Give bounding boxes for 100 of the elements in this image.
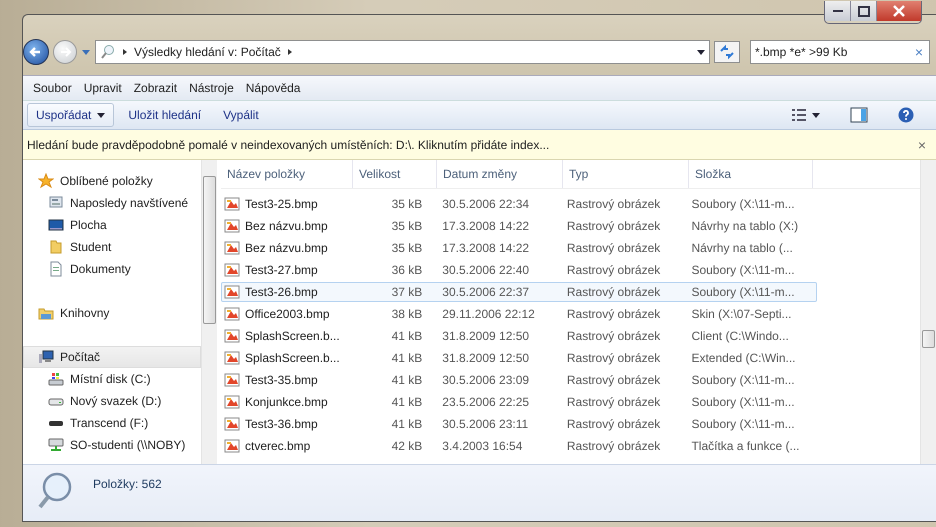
breadcrumb[interactable]: Výsledky hledání v: Počítač xyxy=(134,45,281,59)
sidebar-item[interactable]: Plocha xyxy=(23,214,201,236)
image-file-icon xyxy=(224,284,240,300)
removable-drive-icon xyxy=(48,420,64,426)
file-row[interactable]: Test3-36.bmp 41 kB 30.5.2006 23:11 Rastrový obrázek Soubory (X:\11-m... xyxy=(221,414,817,434)
sidebar-item[interactable]: Dokumenty xyxy=(23,258,201,280)
image-file-icon xyxy=(224,438,240,454)
search-field[interactable]: *.bmp *e* >99 Kb × xyxy=(750,40,930,64)
toolbar-button[interactable]: Uložit hledání xyxy=(120,103,210,127)
table-cell-text: 41 kB xyxy=(390,417,424,431)
table-cell-text: Soubory (X:\11-m... xyxy=(690,373,796,387)
table-cell-text: Extended (C:\Win... xyxy=(690,351,796,365)
document-icon xyxy=(48,261,64,277)
column-header[interactable]: Velikost xyxy=(353,160,437,188)
minimize-icon xyxy=(832,10,842,12)
sidebar-item[interactable]: Místní disk (C:) xyxy=(23,368,201,390)
address-bar[interactable]: Výsledky hledání v: Počítač xyxy=(95,40,710,64)
column-header[interactable]: Typ xyxy=(563,160,689,188)
refresh-arrows-icon xyxy=(719,44,735,60)
scrollbar[interactable] xyxy=(201,160,217,464)
toolbar-button[interactable]: Vypálit xyxy=(215,103,267,127)
file-name: Bez názvu.bmp xyxy=(245,219,328,233)
table-cell-text: Rastrový obrázek xyxy=(566,395,662,409)
sidebar-item[interactable]: Oblíbené položky xyxy=(23,170,201,192)
file-row[interactable]: Bez názvu.bmp 35 kB 17.3.2008 14:22 Rastrový obrázek Návrhy na tablo (... xyxy=(221,238,817,258)
table-cell-text: 35 kB xyxy=(390,197,424,211)
sidebar-item[interactable]: Knihovny xyxy=(23,302,201,324)
file-row[interactable]: SplashScreen.b... 41 kB 31.8.2009 12:50 Rastrový obrázek Client (C:\Windo... xyxy=(221,326,817,346)
sidebar-item[interactable]: Naposledy navštívené xyxy=(23,192,201,214)
file-row[interactable]: SplashScreen.b... 41 kB 31.8.2009 12:50 Rastrový obrázek Extended (C:\Win... xyxy=(221,348,817,368)
sidebar-item[interactable]: Počítač xyxy=(23,346,201,368)
caret-icon xyxy=(97,112,106,118)
file-name: SplashScreen.b... xyxy=(245,329,340,343)
image-file-icon xyxy=(224,218,240,234)
table-cell-text: Rastrový obrázek xyxy=(566,329,662,343)
table-cell-text: 30.5.2006 22:37 xyxy=(441,285,530,299)
close-button[interactable] xyxy=(877,1,921,21)
menu-item[interactable]: Upravit xyxy=(78,79,128,97)
table-cell-text: 30.5.2006 23:11 xyxy=(441,417,530,431)
table-cell-text: 41 kB xyxy=(390,329,424,343)
maximize-icon xyxy=(858,6,870,16)
file-row[interactable]: Konjunkce.bmp 41 kB 23.5.2006 22:25 Rastrový obrázek Soubory (X:\11-m... xyxy=(221,392,817,412)
table-cell-text: Soubory (X:\11-m... xyxy=(690,263,796,277)
table-cell-text: 31.8.2009 12:50 xyxy=(441,329,530,343)
maximize-button[interactable] xyxy=(851,1,877,21)
table-cell-text: Client (C:\Windo... xyxy=(690,329,790,343)
table-cell-text: 31.8.2009 12:50 xyxy=(441,351,530,365)
image-file-icon xyxy=(224,350,240,366)
file-row[interactable]: Office2003.bmp 38 kB 29.11.2006 22:12 Rastrový obrázek Skin (X:\07-Septi... xyxy=(221,304,817,324)
menu-item[interactable]: Nápověda xyxy=(240,79,306,97)
file-row[interactable]: Test3-27.bmp 36 kB 30.5.2006 22:40 Rastrový obrázek Soubory (X:\11-m... xyxy=(221,260,817,280)
table-cell-text: 41 kB xyxy=(390,373,424,387)
file-row[interactable]: ctverec.bmp 42 kB 3.4.2003 16:54 Rastrový obrázek Tlačítka a funkce (... xyxy=(221,436,817,456)
table-cell-text: 36 kB xyxy=(390,263,424,277)
table-cell-text: 35 kB xyxy=(390,219,424,233)
sidebar-item[interactable]: Nový svazek (D:) xyxy=(23,390,201,412)
network-drive-icon xyxy=(48,437,64,453)
image-file-icon xyxy=(224,394,240,410)
refresh-button[interactable] xyxy=(714,41,740,63)
sidebar-item[interactable]: SO-studenti (\\NOBY) xyxy=(23,434,201,456)
column-header[interactable]: Datum změny xyxy=(437,160,563,188)
table-cell-text: Tlačítka a funkce (... xyxy=(690,439,800,453)
drive-icon xyxy=(48,371,64,387)
table-cell-text: Rastrový obrázek xyxy=(566,373,662,387)
file-name: Bez názvu.bmp xyxy=(245,241,328,255)
sidebar-item[interactable]: Transcend (F:) xyxy=(23,412,201,434)
minimize-button[interactable] xyxy=(825,1,851,21)
image-file-icon xyxy=(224,240,240,256)
computer-icon xyxy=(38,349,54,365)
table-cell-text: Rastrový obrázek xyxy=(566,241,662,255)
clear-search-button[interactable]: × xyxy=(912,44,925,60)
table-cell-text: Skin (X:\07-Septi... xyxy=(690,307,792,321)
file-name: Test3-36.bmp xyxy=(245,417,318,431)
file-name: Test3-26.bmp xyxy=(245,285,318,299)
column-header[interactable]: Název položky xyxy=(221,160,353,188)
table-cell-text: Rastrový obrázek xyxy=(566,285,662,299)
file-row[interactable]: Test3-25.bmp 35 kB 30.5.2006 22:34 Rastrový obrázek Soubory (X:\11-m... xyxy=(221,194,817,214)
info-message[interactable]: Hledání bude pravděpodobně pomalé v neindexovaných umístěních: D:\. Kliknutím přidáte index... xyxy=(27,138,916,152)
info-bar[interactable]: Hledání bude pravděpodobně pomalé v neindexovaných umístěních: D:\. Kliknutím přidáte index... × xyxy=(23,130,936,160)
menu-item[interactable]: Zobrazit xyxy=(128,79,184,97)
details-view-icon xyxy=(792,108,806,122)
sidebar-item[interactable]: Student xyxy=(23,236,201,258)
folder-icon xyxy=(48,239,64,255)
menu-item[interactable]: Soubor xyxy=(27,79,78,97)
scrollbar[interactable] xyxy=(920,160,936,464)
organize-dropdown[interactable]: Uspořádat xyxy=(27,103,114,127)
file-row[interactable]: Test3-35.bmp 41 kB 30.5.2006 23:09 Rastrový obrázek Soubory (X:\11-m... xyxy=(221,370,817,390)
table-cell-text: 17.3.2008 14:22 xyxy=(441,241,530,255)
file-row[interactable]: Test3-26.bmp 37 kB 30.5.2006 22:37 Rastrový obrázek Soubory (X:\11-m... xyxy=(221,282,817,302)
menu-item[interactable]: Nástroje xyxy=(183,79,240,97)
file-name: ctverec.bmp xyxy=(245,439,310,453)
table-cell-text: Rastrový obrázek xyxy=(566,219,662,233)
help-icon xyxy=(898,107,914,123)
close-info-button[interactable]: × xyxy=(916,136,928,152)
table-cell-text: 23.5.2006 22:25 xyxy=(441,395,530,409)
table-cell-text: 35 kB xyxy=(390,241,424,255)
back-button[interactable] xyxy=(23,39,49,65)
column-header[interactable]: Složka xyxy=(689,160,813,188)
table-cell-text: Návrhy na tablo (X:) xyxy=(690,219,800,233)
file-row[interactable]: Bez názvu.bmp 35 kB 17.3.2008 14:22 Rastrový obrázek Návrhy na tablo (X:) xyxy=(221,216,817,236)
